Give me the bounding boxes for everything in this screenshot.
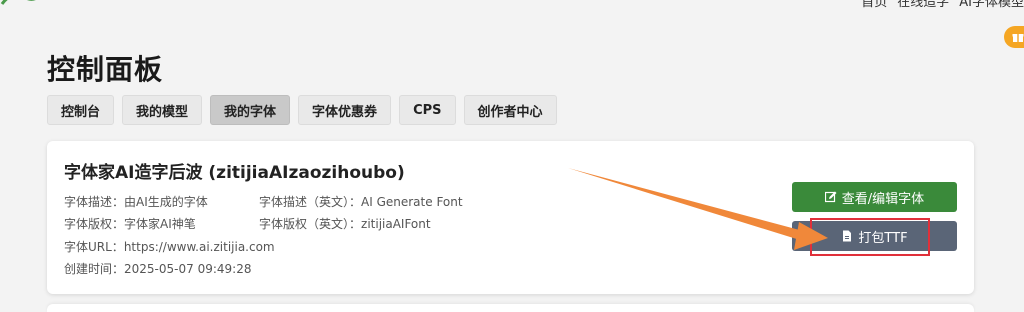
edit-icon [824, 191, 837, 203]
nav-item-home[interactable]: 首页 [861, 0, 887, 10]
font-url: 字体URL：https://www.ai.zitijia.com [64, 239, 275, 254]
tab-my-models[interactable]: 我的模型 [122, 95, 203, 125]
dashboard-tabs: 控制台 我的模型 我的字体 字体优惠券 CPS 创作者中心 [47, 95, 557, 125]
tab-creator-center[interactable]: 创作者中心 [463, 95, 557, 125]
font-copyright-en: 字体版权（英文）：zitijiaAIFont [259, 217, 431, 232]
tab-cps[interactable]: CPS [399, 95, 456, 125]
nav-item-online-create[interactable]: 在线造字 [897, 0, 949, 10]
view-edit-font-button[interactable]: 查看/编辑字体 [792, 182, 957, 212]
gift-badge[interactable] [1004, 26, 1024, 48]
view-edit-font-label: 查看/编辑字体 [841, 191, 925, 207]
font-name: 字体家AI造字后波 (zitijiaAIzaozihoubo) [64, 163, 405, 183]
font-description-en: 字体描述（英文）：AI Generate Font [259, 195, 463, 209]
gift-icon [1012, 34, 1024, 42]
tab-font-coupons[interactable]: 字体优惠券 [298, 95, 392, 125]
nav-item-ai-models[interactable]: AI字体模型 [959, 0, 1024, 10]
font-card: 字体家AI造字后波 (zitijiaAIzaozihoubo) 字体描述：由AI… [47, 141, 974, 294]
page-title: 控制面板 [47, 53, 164, 86]
font-created-time: 创建时间：2025-05-07 09:49:28 [64, 261, 252, 276]
file-icon [843, 230, 852, 242]
font-description: 字体描述：由AI生成的字体 [64, 195, 208, 209]
pack-ttf-button[interactable]: 打包TTF [792, 221, 957, 251]
site-logo[interactable] [0, 0, 50, 8]
pack-ttf-label: 打包TTF [858, 230, 908, 246]
top-nav: 首页 在线造字 AI字体模型 [861, 0, 1024, 10]
font-copyright: 字体版权：字体家AI神笔 [64, 217, 196, 232]
tab-my-fonts[interactable]: 我的字体 [210, 95, 291, 125]
font-meta: 字体描述：由AI生成的字体 字体描述（英文）：AI Generate Font … [64, 191, 463, 280]
tab-console[interactable]: 控制台 [47, 95, 115, 125]
